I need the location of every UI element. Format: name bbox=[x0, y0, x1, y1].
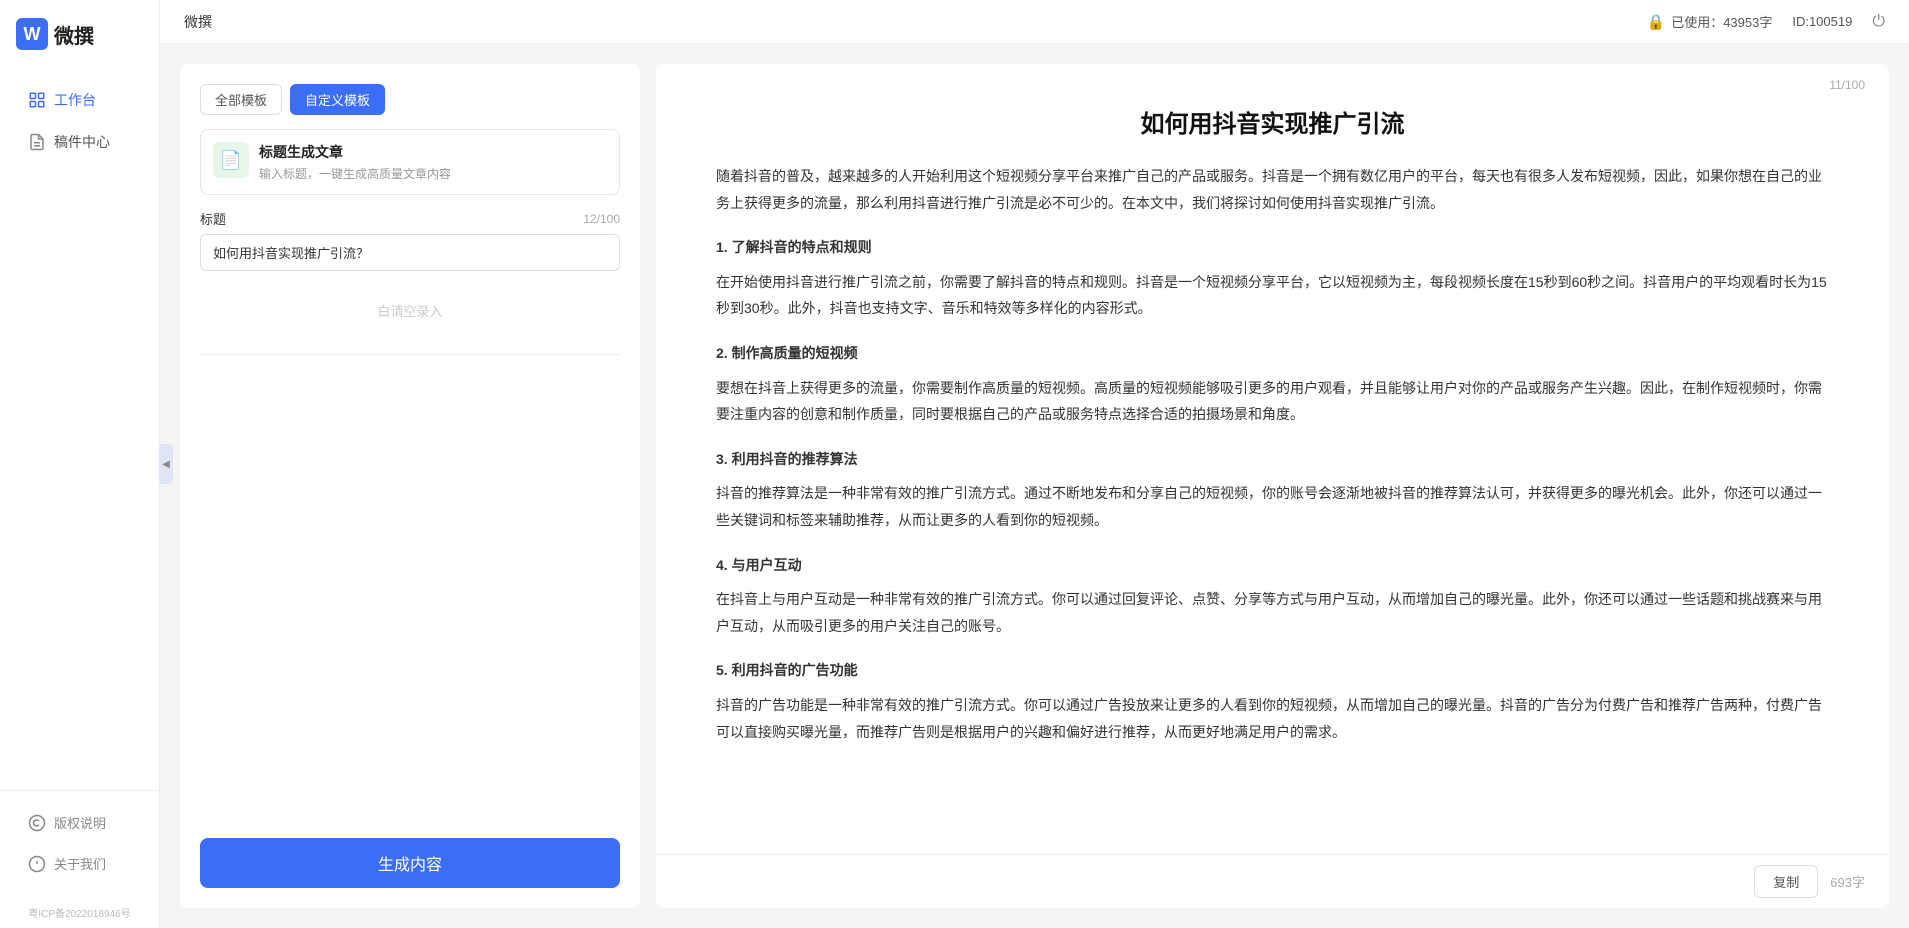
workbench-icon bbox=[28, 91, 46, 109]
main: 微撰 🔒 已使用：43953字 ID:100519 ⏻ 全部模板 自定义模板 📄… bbox=[160, 0, 1909, 928]
template-card[interactable]: 📄 标题生成文章 输入标题，一键生成高质量文章内容 bbox=[200, 129, 620, 195]
collapse-button[interactable]: ◀ bbox=[159, 444, 173, 484]
extra-placeholder: 白请空录入 bbox=[200, 285, 620, 336]
form-label-row: 标题 12/100 bbox=[200, 209, 620, 228]
about-icon bbox=[28, 855, 46, 873]
form-label: 标题 bbox=[200, 209, 226, 228]
sidebar-item-copyright[interactable]: 版权说明 bbox=[8, 803, 151, 842]
template-icon: 📄 bbox=[213, 142, 249, 178]
section-1-content: 在开始使用抖音进行推广引流之前，你需要了解抖音的特点和规则。抖音是一个短视频分享… bbox=[716, 269, 1829, 322]
template-name: 标题生成文章 bbox=[259, 142, 607, 162]
workbench-label: 工作台 bbox=[54, 90, 96, 110]
copyright-label: 版权说明 bbox=[54, 813, 106, 832]
right-panel: 11/100 如何用抖音实现推广引流 随着抖音的普及，越来越多的人开始利用这个短… bbox=[656, 64, 1889, 908]
form-count: 12/100 bbox=[583, 212, 620, 226]
section-2-content: 要想在抖音上获得更多的流量，你需要制作高质量的短视频。高质量的短视频能够吸引更多… bbox=[716, 375, 1829, 428]
title-input[interactable] bbox=[200, 234, 620, 271]
sidebar-item-workbench[interactable]: 工作台 bbox=[8, 80, 151, 120]
topbar-right: 🔒 已使用：43953字 ID:100519 ⏻ bbox=[1647, 12, 1886, 31]
article-container[interactable]: 11/100 如何用抖音实现推广引流 随着抖音的普及，越来越多的人开始利用这个短… bbox=[656, 64, 1889, 854]
template-info: 标题生成文章 输入标题，一键生成高质量文章内容 bbox=[259, 142, 607, 182]
logo-text: 微撰 bbox=[54, 20, 94, 49]
tab-all-templates[interactable]: 全部模板 bbox=[200, 84, 282, 115]
generate-button[interactable]: 生成内容 bbox=[200, 838, 620, 888]
section-3-heading: 3. 利用抖音的推荐算法 bbox=[716, 446, 1829, 473]
article-body: 随着抖音的普及，越来越多的人开始利用这个短视频分享平台来推广自己的产品或服务。抖… bbox=[716, 163, 1829, 745]
section-5-heading: 5. 利用抖音的广告功能 bbox=[716, 657, 1829, 684]
article-title: 如何用抖音实现推广引流 bbox=[716, 104, 1829, 139]
intro-paragraph: 随着抖音的普及，越来越多的人开始利用这个短视频分享平台来推广自己的产品或服务。抖… bbox=[716, 163, 1829, 216]
sidebar: W 微撰 工作台 稿件中心 版权说明 关于我们 粤ICP备2022018946号… bbox=[0, 0, 160, 928]
logo-area: W 微撰 bbox=[0, 0, 159, 68]
tab-custom-templates[interactable]: 自定义模板 bbox=[290, 84, 385, 115]
section-3-content: 抖音的推荐算法是一种非常有效的推广引流方式。通过不断地发布和分享自己的短视频，你… bbox=[716, 480, 1829, 533]
template-desc: 输入标题，一键生成高质量文章内容 bbox=[259, 165, 607, 182]
content-area: 全部模板 自定义模板 📄 标题生成文章 输入标题，一键生成高质量文章内容 标题 … bbox=[160, 44, 1909, 928]
logo-icon: W bbox=[16, 18, 48, 50]
copy-button[interactable]: 复制 bbox=[1754, 865, 1818, 898]
article-counter: 11/100 bbox=[1829, 78, 1865, 92]
lock-icon: 🔒 bbox=[1647, 13, 1666, 31]
icp-text: 粤ICP备2022018946号 bbox=[0, 905, 159, 928]
section-5-content: 抖音的广告功能是一种非常有效的推广引流方式。你可以通过广告投放来让更多的人看到你… bbox=[716, 692, 1829, 745]
section-2-heading: 2. 制作高质量的短视频 bbox=[716, 340, 1829, 367]
left-panel: 全部模板 自定义模板 📄 标题生成文章 输入标题，一键生成高质量文章内容 标题 … bbox=[180, 64, 640, 908]
section-4-content: 在抖音上与用户互动是一种非常有效的推广引流方式。你可以通过回复评论、点赞、分享等… bbox=[716, 586, 1829, 639]
id-label: ID:100519 bbox=[1792, 14, 1852, 29]
word-count: 693字 bbox=[1830, 872, 1865, 891]
drafts-icon bbox=[28, 133, 46, 151]
section-1-heading: 1. 了解抖音的特点和规则 bbox=[716, 234, 1829, 261]
nav-items: 工作台 稿件中心 bbox=[0, 68, 159, 790]
usage-label: 已使用：43953字 bbox=[1671, 12, 1772, 31]
tabs-row: 全部模板 自定义模板 bbox=[200, 84, 620, 115]
article-footer: 复制 693字 bbox=[656, 854, 1889, 908]
sidebar-item-drafts[interactable]: 稿件中心 bbox=[8, 122, 151, 162]
title-form-section: 标题 12/100 bbox=[200, 209, 620, 271]
section-4-heading: 4. 与用户互动 bbox=[716, 552, 1829, 579]
about-label: 关于我们 bbox=[54, 854, 106, 873]
usage-info: 🔒 已使用：43953字 bbox=[1647, 12, 1773, 31]
page-title: 微撰 bbox=[184, 12, 212, 32]
topbar: 微撰 🔒 已使用：43953字 ID:100519 ⏻ bbox=[160, 0, 1909, 44]
power-button[interactable]: ⏻ bbox=[1872, 13, 1885, 31]
sidebar-item-about[interactable]: 关于我们 bbox=[8, 844, 151, 883]
drafts-label: 稿件中心 bbox=[54, 132, 110, 152]
bottom-nav: 版权说明 关于我们 bbox=[0, 790, 159, 905]
copyright-icon bbox=[28, 814, 46, 832]
divider bbox=[200, 354, 620, 355]
